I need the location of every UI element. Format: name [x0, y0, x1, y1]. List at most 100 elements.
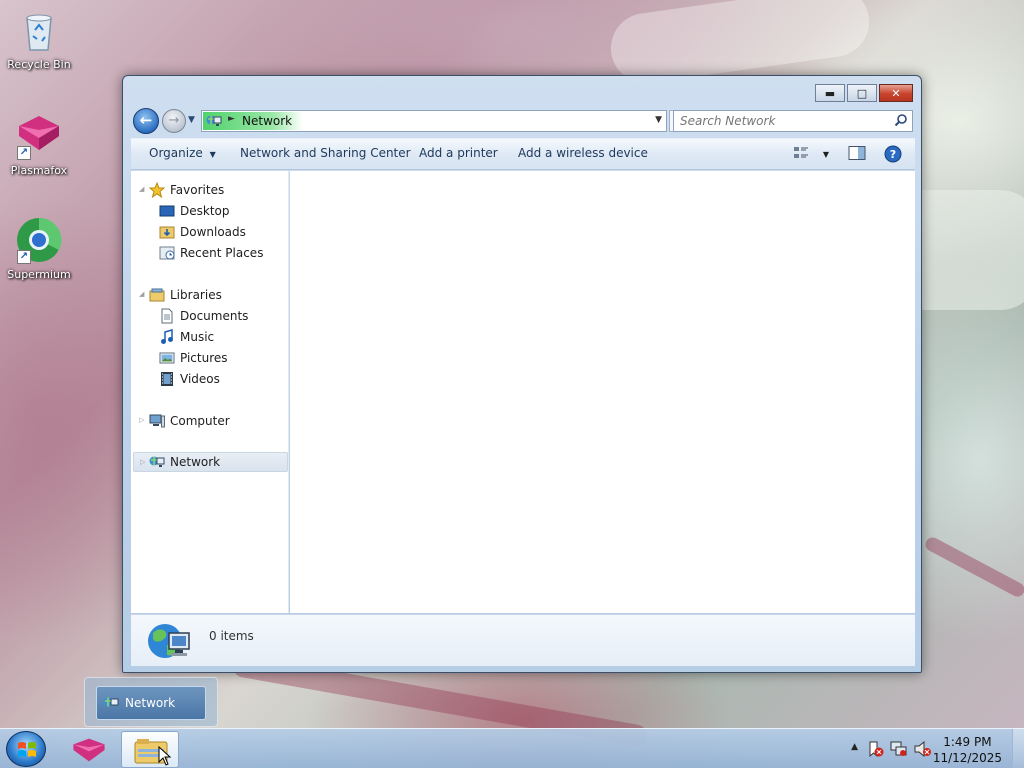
- breadcrumb-chevron-icon[interactable]: ►: [228, 114, 235, 124]
- star-icon: [149, 182, 165, 198]
- address-dropdown-icon[interactable]: ▼: [655, 115, 662, 125]
- maximize-icon: □: [856, 86, 868, 100]
- recent-pages-dropdown[interactable]: ▼: [188, 115, 195, 125]
- back-arrow-icon: ←: [139, 111, 153, 129]
- wallpaper-streak: [923, 534, 1024, 600]
- desktop-icon-plasmafox[interactable]: ↗ Plasmafox: [1, 112, 77, 177]
- action-center-icon[interactable]: [868, 741, 884, 757]
- nav-computer[interactable]: ▷ Computer: [139, 411, 230, 431]
- search-icon[interactable]: [894, 113, 908, 127]
- desktop-icon-label: Supermium: [7, 268, 71, 281]
- plasmafox-icon: [73, 738, 105, 762]
- breadcrumb-location[interactable]: Network: [242, 114, 292, 128]
- volume-muted-icon[interactable]: [914, 741, 932, 757]
- downloads-folder-icon: [159, 226, 175, 239]
- nav-label: Documents: [180, 309, 249, 323]
- nav-network[interactable]: ▷ Network: [133, 452, 288, 472]
- thumbnail-window[interactable]: Network: [96, 686, 206, 720]
- preview-pane-icon: [848, 146, 866, 160]
- clock-time: 1:49 PM: [943, 735, 992, 749]
- start-button[interactable]: [6, 731, 46, 767]
- nav-label: Computer: [170, 414, 230, 428]
- network-sharing-center-button[interactable]: Network and Sharing Center: [240, 146, 411, 160]
- supermium-icon: ↗: [15, 216, 63, 264]
- expand-arrow-icon[interactable]: ▷: [139, 416, 144, 424]
- command-bar: Organize ▼ Network and Sharing Center Ad…: [131, 138, 915, 170]
- documents-icon: [161, 308, 173, 324]
- navigation-pane: ◢ Favorites Desktop Downloads Recent Pla…: [131, 171, 289, 613]
- network-icon: [206, 115, 222, 126]
- add-wireless-device-button[interactable]: Add a wireless device: [518, 146, 648, 160]
- show-desktop-button[interactable]: [1012, 729, 1024, 768]
- change-view-button[interactable]: ▼: [793, 145, 829, 164]
- thumbnail-title: Network: [125, 696, 176, 710]
- svg-text:?: ?: [890, 148, 896, 161]
- network-large-icon: [148, 624, 190, 658]
- help-button[interactable]: ?: [884, 145, 902, 166]
- desktop-icon-label: Plasmafox: [10, 164, 68, 177]
- organize-menu[interactable]: Organize ▼: [149, 146, 216, 160]
- nav-item-downloads[interactable]: Downloads: [159, 222, 246, 242]
- forward-arrow-icon: →: [168, 113, 180, 128]
- expand-arrow-icon[interactable]: ◢: [139, 185, 144, 193]
- add-printer-button[interactable]: Add a printer: [419, 146, 498, 160]
- network-icon: [149, 456, 165, 467]
- nav-label: Recent Places: [180, 246, 264, 260]
- search-box[interactable]: [673, 110, 913, 132]
- nav-item-desktop[interactable]: Desktop: [159, 201, 230, 221]
- nav-libraries[interactable]: ◢ Libraries: [139, 285, 222, 305]
- desktop-icon-recycle-bin[interactable]: Recycle Bin: [1, 6, 77, 71]
- close-icon: ✕: [891, 86, 901, 100]
- network-icon: [103, 697, 119, 707]
- nav-label: Desktop: [180, 204, 230, 218]
- navigation-bar: ← → ▼ ► Network ▼ ✕: [131, 106, 913, 134]
- clock-date: 11/12/2025: [932, 751, 1002, 765]
- nav-label: Music: [180, 330, 215, 344]
- taskbar: ▲ 1:49 PM 11/12/2025: [0, 728, 1024, 768]
- caption-buttons: ▬ □ ✕: [815, 84, 913, 102]
- desktop-icon-supermium[interactable]: ↗ Supermium: [1, 216, 77, 281]
- maximize-button[interactable]: □: [847, 84, 877, 102]
- desktop-icon: [159, 205, 175, 217]
- nav-label: Libraries: [170, 288, 222, 302]
- expand-arrow-icon[interactable]: ◢: [139, 290, 144, 298]
- windows-logo-icon: [18, 742, 36, 757]
- nav-label: Network: [170, 455, 221, 469]
- nav-favorites[interactable]: ◢ Favorites: [139, 180, 224, 200]
- clock[interactable]: 1:49 PM 11/12/2025: [933, 734, 1002, 766]
- mouse-cursor-icon: [158, 746, 172, 766]
- nav-label: Videos: [180, 372, 220, 386]
- plasmafox-icon: ↗: [15, 112, 63, 160]
- nav-label: Pictures: [180, 351, 228, 365]
- expand-arrow-icon[interactable]: ▷: [140, 458, 145, 466]
- taskbar-explorer[interactable]: [121, 731, 179, 768]
- close-button[interactable]: ✕: [879, 84, 913, 102]
- chevron-down-icon[interactable]: ▼: [823, 150, 829, 159]
- search-input[interactable]: [674, 111, 884, 131]
- item-count: 0 items: [209, 629, 254, 643]
- nav-item-documents[interactable]: Documents: [159, 306, 248, 326]
- taskbar-thumbnail[interactable]: Network: [84, 677, 218, 727]
- help-icon: ?: [884, 145, 902, 163]
- details-pane: 0 items: [131, 614, 915, 666]
- nav-item-music[interactable]: Music: [159, 327, 214, 347]
- minimize-icon: ▬: [824, 86, 836, 100]
- file-list-area[interactable]: [290, 171, 915, 613]
- nav-item-pictures[interactable]: Pictures: [159, 348, 228, 368]
- chevron-down-icon: ▼: [209, 150, 216, 159]
- forward-button[interactable]: →: [162, 109, 186, 133]
- back-button[interactable]: ←: [133, 108, 159, 134]
- minimize-button[interactable]: ▬: [815, 84, 845, 102]
- nav-item-recent-places[interactable]: Recent Places: [159, 243, 263, 263]
- explorer-window: ▬ □ ✕ ← → ▼ ► Network ▼ ✕ Organize ▼: [122, 75, 922, 673]
- address-bar[interactable]: ► Network ▼: [201, 110, 667, 132]
- network-status-icon[interactable]: [890, 741, 908, 757]
- pictures-icon: [159, 352, 175, 364]
- organize-label: Organize: [149, 146, 203, 160]
- taskbar-plasmafox[interactable]: [60, 731, 118, 768]
- preview-pane-button[interactable]: [848, 145, 866, 164]
- show-hidden-icons-button[interactable]: ▲: [851, 742, 858, 752]
- music-icon: [161, 329, 173, 344]
- recycle-bin-icon: [15, 6, 63, 54]
- nav-item-videos[interactable]: Videos: [159, 369, 220, 389]
